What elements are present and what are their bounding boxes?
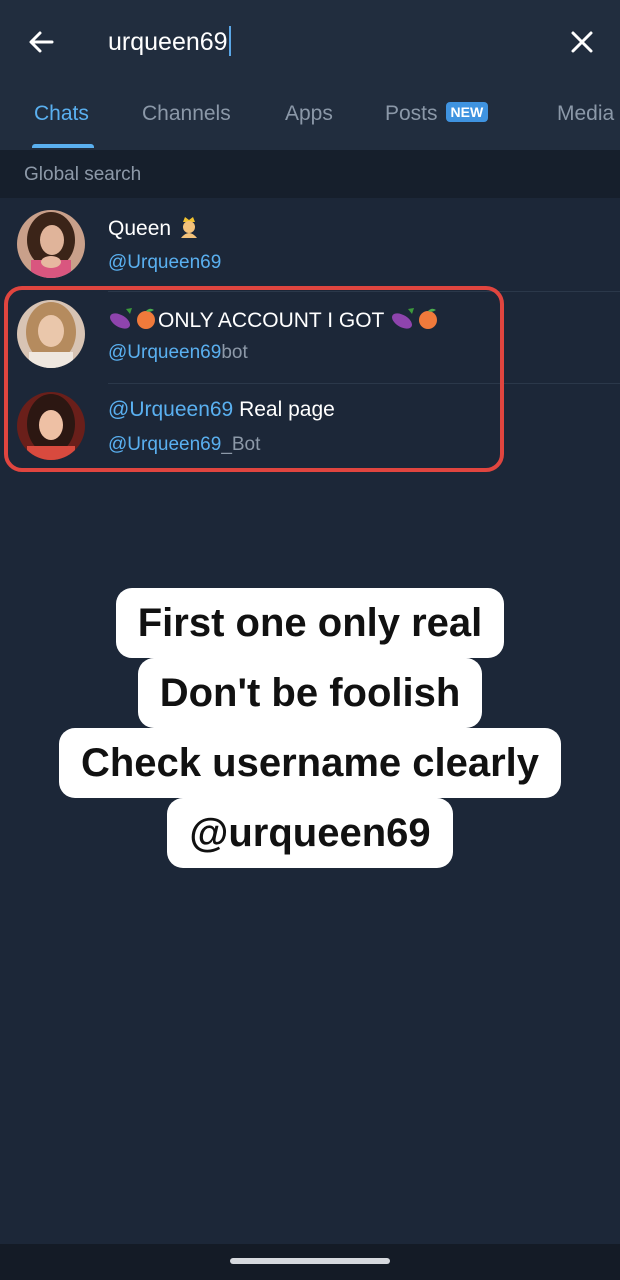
princess-emoji-icon	[177, 214, 201, 244]
back-arrow-icon[interactable]	[22, 22, 62, 62]
result-title: Queen	[108, 214, 201, 244]
tab-posts-label: Posts	[385, 102, 438, 125]
tab-channels[interactable]: Channels	[142, 102, 231, 126]
tab-apps[interactable]: Apps	[285, 102, 333, 126]
text-caret	[228, 26, 231, 56]
result-username: @Urqueen69	[108, 252, 222, 273]
tab-media-label: Media	[557, 102, 615, 125]
search-header: urqueen69 Chats Channels Apps Posts NEW M…	[0, 0, 620, 150]
caption-line: First one only real	[115, 588, 505, 658]
screen: urqueen69 Chats Channels Apps Posts NEW M…	[0, 0, 620, 1280]
result-name: Queen	[108, 217, 172, 240]
caption-line: Don't be foolish	[137, 658, 483, 728]
avatar	[17, 210, 85, 278]
tab-chats[interactable]: Chats	[34, 102, 89, 126]
tab-posts[interactable]: Posts NEW	[385, 102, 489, 126]
tab-chats-label: Chats	[34, 102, 89, 125]
home-indicator[interactable]	[230, 1258, 390, 1264]
caption-line: Check username clearly	[58, 728, 562, 798]
caption-overlay: First one only real Don't be foolish Che…	[0, 588, 620, 868]
highlight-annotation-box	[4, 286, 504, 472]
caption-line: @urqueen69	[167, 798, 453, 868]
active-tab-indicator	[32, 144, 94, 148]
section-title: Global search	[24, 164, 142, 185]
section-header: Global search	[0, 150, 620, 198]
close-icon[interactable]	[564, 24, 600, 60]
search-tabs: Chats Channels Apps Posts NEW Media	[0, 96, 620, 150]
tab-media[interactable]: Media	[557, 102, 614, 126]
search-input[interactable]: urqueen69	[108, 26, 231, 58]
search-result-row[interactable]: Queen @Urqueen69	[0, 200, 620, 290]
new-badge: NEW	[445, 102, 489, 122]
tab-channels-label: Channels	[142, 102, 231, 125]
search-query-text: urqueen69	[108, 28, 228, 56]
tab-apps-label: Apps	[285, 102, 333, 125]
